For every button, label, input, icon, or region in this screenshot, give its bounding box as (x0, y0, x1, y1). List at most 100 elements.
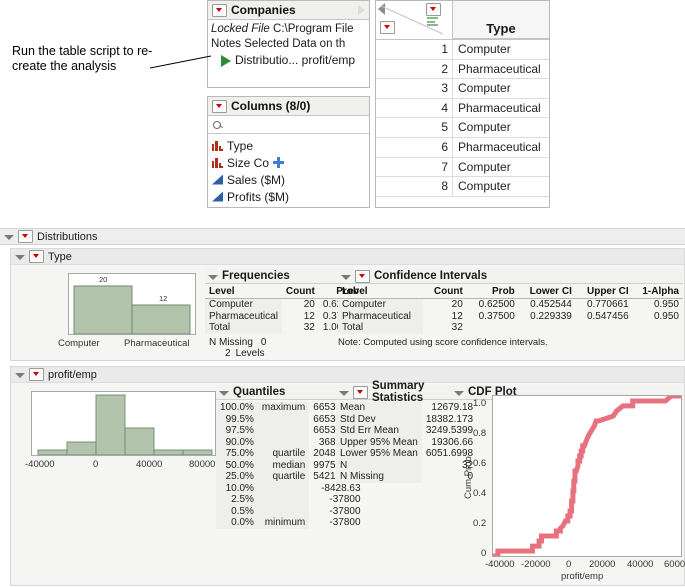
confidence-intervals-note: Note: Computed using score confidence in… (338, 337, 683, 348)
cell-lower-ci (519, 322, 576, 334)
continuous-icon (212, 175, 223, 185)
columns-panel-header[interactable]: Columns (8/0) (208, 97, 369, 116)
cell-pct: 0.5% (216, 506, 258, 518)
summary-statistics-header[interactable]: Summary Statistics (336, 385, 451, 400)
outline-triangle-icon[interactable] (219, 391, 229, 396)
levels-value: 2 (225, 348, 231, 359)
column-label: Profits ($M) (227, 190, 289, 204)
disclosure-icon[interactable] (426, 3, 441, 16)
outline-triangle-icon[interactable] (208, 275, 218, 280)
disclosure-icon[interactable] (18, 230, 33, 243)
cell-value: -8428.63 (309, 483, 364, 495)
plus-icon[interactable] (273, 157, 284, 168)
cdf-ytick-0-6: 0.6 (473, 458, 486, 469)
levels-label: Levels (236, 348, 265, 359)
cell-count: 32 (423, 322, 466, 334)
column-item-type[interactable]: Type (212, 137, 369, 154)
disclosure-icon[interactable] (212, 100, 227, 113)
column-header-type[interactable]: Type (452, 1, 549, 39)
cell-name: quartile (258, 448, 309, 460)
table-row: Std Dev18382.173 (336, 414, 477, 426)
quantiles-title: Quantiles (233, 386, 285, 398)
cell-type: Computer (452, 79, 549, 98)
disclosure-icon[interactable] (212, 4, 227, 17)
th-count: Count (423, 286, 466, 299)
locked-file-value: C:\Program File (273, 23, 354, 35)
table-script-item[interactable]: Distributio... profit/emp (211, 53, 369, 68)
table-row[interactable]: 5Computer (376, 118, 549, 138)
table-row[interactable]: 6Pharmaceutical (376, 138, 549, 158)
cell-pct: 90.0% (216, 437, 258, 449)
cdf-xtick-60000: 60000 (664, 559, 685, 570)
column-item-profits[interactable]: Profits ($M) (212, 188, 369, 205)
row-number: 2 (376, 60, 452, 79)
outline-triangle-icon[interactable] (15, 373, 25, 378)
cell-1-alpha: 0.950 (633, 299, 683, 311)
levels-row: 2 Levels (205, 348, 342, 359)
cdf-xtick-20000: 20000 (589, 559, 615, 570)
columns-panel-title: Columns (8/0) (231, 97, 310, 116)
outline-triangle-icon[interactable] (15, 255, 25, 260)
confidence-intervals-panel: Confidence Intervals Level Count Prob Lo… (338, 269, 683, 348)
cell-value: -37800 (309, 506, 364, 518)
type-section-header[interactable]: Type (11, 249, 684, 265)
outline-triangle-icon[interactable] (4, 235, 14, 240)
grid-rows: 1Computer 2Pharmaceutical 3Computer 4Pha… (376, 40, 549, 197)
table-row[interactable]: 3Computer (376, 79, 549, 99)
profit-emp-section-header[interactable]: profit/emp (11, 367, 684, 383)
cell-stat-name: N (336, 460, 422, 472)
panel-expand-icon[interactable] (358, 5, 365, 15)
cell-level: Pharmaceutical (205, 311, 282, 323)
quantiles-header[interactable]: Quantiles (216, 385, 336, 400)
disclosure-icon[interactable] (29, 368, 44, 381)
outline-triangle-icon[interactable] (341, 275, 351, 280)
table-row: 0.5% -37800 (216, 506, 365, 518)
summary-statistics-title: Summary Statistics (372, 380, 451, 404)
cell-pct: 2.5% (216, 494, 258, 506)
row-number: 6 (376, 138, 452, 157)
table-row[interactable]: 8Computer (376, 177, 549, 197)
cell-stat-name: Lower 95% Mean (336, 448, 422, 460)
cell-upper-ci: 0.770661 (576, 299, 633, 311)
table-row[interactable]: 1Computer (376, 40, 549, 60)
column-label: Sales ($M) (227, 173, 285, 187)
outline-triangle-icon[interactable] (454, 391, 464, 396)
distributions-report: Distributions Type 20 12 Computer Pharma… (0, 228, 685, 587)
cell-1-alpha: 0.950 (633, 311, 683, 323)
table-row[interactable]: 7Computer (376, 158, 549, 178)
companies-panel-header[interactable]: Companies (208, 1, 369, 20)
table-script-label: Distributio... profit/emp (235, 53, 355, 68)
column-item-size-co[interactable]: Size Co (212, 154, 369, 171)
cdf-xtick-0: 0 (566, 559, 571, 570)
cell-prob: 0.37500 (467, 311, 519, 323)
play-triangle-icon[interactable] (221, 55, 231, 67)
th-level: Level (338, 286, 423, 299)
confidence-intervals-header[interactable]: Confidence Intervals (338, 269, 683, 284)
table-row[interactable]: 4Pharmaceutical (376, 99, 549, 119)
search-icon (213, 121, 221, 129)
frequencies-header[interactable]: Frequencies (205, 269, 342, 284)
disclosure-icon[interactable] (355, 270, 370, 283)
disclosure-icon[interactable] (29, 250, 44, 263)
cdf-ytick-0-4: 0.4 (473, 488, 486, 499)
column-item-sales[interactable]: Sales ($M) (212, 171, 369, 188)
cell-upper-ci (576, 322, 633, 334)
cell-level: Computer (338, 299, 423, 311)
continuous-icon (212, 192, 223, 202)
columns-search-bar[interactable] (208, 116, 369, 134)
cdf-xtick--20000: -20000 (521, 559, 551, 570)
table-row: N Missing0 (336, 471, 477, 483)
cell-stat-value: 19306.66 (422, 437, 477, 449)
disclosure-icon[interactable] (380, 21, 395, 34)
distributions-outline-header[interactable]: Distributions (0, 228, 685, 245)
table-row: 2.5%-37800 (216, 494, 365, 506)
n-missing-row: N Missing 0 (205, 337, 342, 348)
cell-stat-name: Std Err Mean (336, 425, 422, 437)
th-1-alpha: 1-Alpha (633, 286, 683, 299)
cdf-ytick-0-2: 0.2 (473, 518, 486, 529)
outline-triangle-icon[interactable] (339, 391, 349, 396)
table-row[interactable]: 2Pharmaceutical (376, 60, 549, 80)
cdf-xlabel: profit/emp (561, 571, 603, 582)
data-grid: Type 1Computer 2Pharmaceutical 3Computer… (375, 0, 550, 208)
disclosure-icon[interactable] (353, 386, 368, 399)
